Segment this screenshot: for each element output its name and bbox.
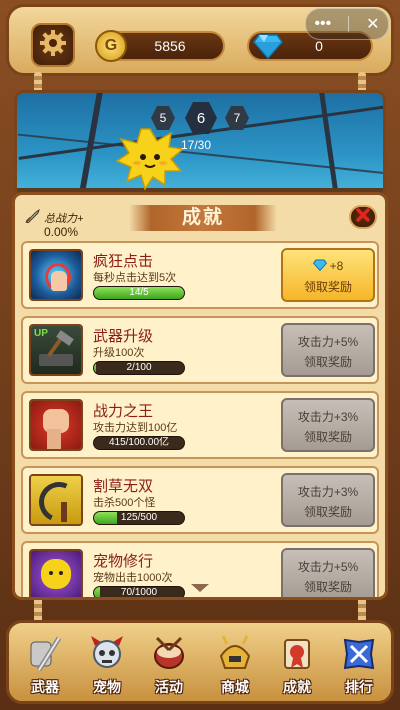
nav-item-3[interactable]: 商城 (205, 631, 265, 701)
progress-text: 2/100 (126, 362, 152, 373)
gear-icon (38, 28, 68, 63)
bottom-nav: 武器 宠物 活动 商城 成就 排行 (6, 620, 394, 704)
achievement-desc: 击杀500个怪 (93, 497, 156, 509)
achievement-title: 割草无双 (93, 478, 154, 495)
anvil-hammer-icon: UP (29, 324, 83, 376)
fist-icon (29, 399, 83, 451)
total-power-label: 总战力+ (25, 209, 83, 226)
achievement-desc: 每秒点击达到5次 (93, 272, 177, 284)
samurai-helmet-icon (210, 631, 260, 677)
diamond-icon (253, 33, 283, 62)
nav-item-5[interactable]: 排行 (329, 631, 389, 701)
drum-icon (144, 631, 194, 677)
coin-icon: G (95, 30, 127, 62)
achievement-progress-bar: 125/500 (93, 511, 185, 525)
claim-reward-button[interactable]: 攻击力+3% 领取奖励 (281, 473, 375, 527)
reward-amount: +8 (329, 259, 344, 273)
claim-label: 领取奖励 (303, 505, 352, 519)
ranking-crossed-swords-icon (334, 631, 384, 677)
achievement-progress-bar: 2/100 (93, 361, 185, 375)
reward-amount: 攻击力+3% (297, 409, 359, 424)
achievement-row: 割草无双击杀500个怪 125/500 攻击力+3% 领取奖励 (21, 466, 379, 534)
achievement-title: 疯狂点击 (93, 253, 154, 270)
progress-text: 70/1000 (120, 587, 158, 598)
achievement-row: 疯狂点击每秒点击达到5次 14/5 +8 领取奖励 (21, 241, 379, 309)
yellow-monster-icon[interactable] (115, 127, 185, 193)
more-dots-icon[interactable]: ••• (314, 15, 331, 33)
claim-label: 领取奖励 (303, 430, 352, 444)
reward-amount: 攻击力+5% (297, 334, 359, 349)
window-capsule: ••• ✕ (305, 8, 389, 40)
nav-label: 商城 (221, 679, 249, 695)
reward-amount: 攻击力+5% (297, 559, 359, 574)
achievement-title: 战力之王 (93, 403, 154, 420)
achievement-progress-bar: 415/100.00亿 (93, 436, 185, 450)
achievement-progress-bar: 14/5 (93, 286, 185, 300)
coin-counter: G 5856 (95, 30, 225, 62)
progress-text: 14/5 (129, 287, 149, 298)
stage-progress: 17/30 (181, 138, 212, 152)
achievement-desc: 升级100次 (93, 347, 145, 359)
nav-item-1[interactable]: 宠物 (77, 631, 137, 701)
progress-text: 415/100.00亿 (108, 437, 170, 448)
achievement-progress-bar: 70/1000 (93, 586, 185, 598)
claim-reward-button[interactable]: 攻击力+3% 领取奖励 (281, 398, 375, 452)
sword-shield-icon (20, 631, 70, 677)
total-power-value: 0.00% (44, 225, 79, 239)
nav-label: 排行 (345, 679, 373, 695)
scroll-down-icon[interactable] (191, 584, 209, 592)
claim-reward-button[interactable]: 攻击力+5% 领取奖励 (281, 548, 375, 597)
achievement-row: 战力之王攻击力达到100亿 415/100.00亿 攻击力+3% 领取奖励 (21, 391, 379, 459)
close-circle-icon[interactable]: ✕ (366, 14, 379, 34)
close-icon (356, 207, 370, 227)
achievement-desc: 攻击力达到100亿 (93, 422, 178, 434)
claim-reward-button[interactable]: 攻击力+5% 领取奖励 (281, 323, 375, 377)
nav-label: 活动 (155, 679, 183, 695)
achievement-desc: 宠物出击1000次 (93, 572, 173, 584)
settings-button[interactable] (31, 23, 75, 67)
nav-label: 武器 (31, 679, 59, 695)
achievement-title: 宠物修行 (93, 553, 154, 570)
reward-amount: 攻击力+3% (297, 484, 359, 499)
achievement-row: UP 武器升级升级100次 2/100 攻击力+5% 领取奖励 (21, 316, 379, 384)
click-burst-icon (29, 249, 83, 301)
panel-title: 成就 (129, 205, 277, 231)
sickle-icon (29, 474, 83, 526)
progress-text: 125/500 (120, 512, 158, 523)
close-panel-button[interactable] (349, 205, 377, 229)
diamond-icon (312, 258, 327, 274)
achievement-scroll-icon (272, 631, 322, 677)
nav-item-2[interactable]: 活动 (139, 631, 199, 701)
nav-item-4[interactable]: 成就 (267, 631, 327, 701)
claim-label: 领取奖励 (303, 580, 352, 594)
yellow-pet-icon (29, 549, 83, 597)
achievement-list: 疯狂点击每秒点击达到5次 14/5 +8 领取奖励 UP 武器升级升级100次 2/100 攻… (21, 241, 379, 598)
nav-label: 宠物 (93, 679, 121, 695)
ship-mast (319, 93, 340, 197)
claim-label: 领取奖励 (303, 280, 352, 294)
achievement-title: 武器升级 (93, 328, 154, 345)
sword-icon (25, 209, 41, 226)
nav-item-0[interactable]: 武器 (15, 631, 75, 701)
claim-label: 领取奖励 (303, 355, 352, 369)
claim-reward-button[interactable]: +8 领取奖励 (281, 248, 375, 302)
achievement-panel: 总战力+ 0.00% 成就 疯狂点击每秒点击达到5次 14/5 +8 领取奖励 UP 武器… (12, 192, 388, 600)
panel-header: 总战力+ 0.00% 成就 (15, 195, 385, 239)
pet-skull-icon (82, 631, 132, 677)
nav-label: 成就 (283, 679, 311, 695)
